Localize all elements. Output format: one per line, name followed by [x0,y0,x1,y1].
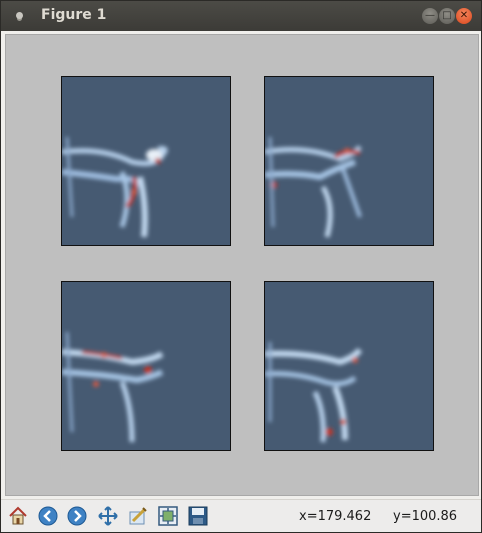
zoom-to-rect-icon [158,506,178,526]
close-button[interactable]: ✕ [456,8,472,24]
minimize-button[interactable]: — [422,8,438,24]
back-icon [38,506,58,526]
feature-map-bottom-right [265,342,363,443]
title-bar: Figure 1 — □ ✕ [1,1,481,31]
feature-map-top-left [62,136,168,238]
feature-map-bottom-left [62,331,164,443]
subplot-bottom-left[interactable] [61,281,231,451]
navigation-toolbar: x=179.462 y=100.86 [1,499,481,532]
minimize-icon: — [425,10,435,21]
maximize-button[interactable]: □ [439,8,455,24]
cursor-x-readout: x=179.462 [299,509,372,524]
figure-canvas[interactable] [5,34,479,496]
home-button[interactable] [5,503,31,529]
figure-window: Figure 1 — □ ✕ x=179.462 y=100.86 [0,0,482,533]
subplot-bottom-right[interactable] [264,281,434,451]
save-button[interactable] [185,503,211,529]
save-icon [188,506,208,526]
window-title: Figure 1 [41,7,107,23]
feature-map-top-right [265,136,362,238]
pan-icon [98,506,118,526]
pan-button[interactable] [95,503,121,529]
zoom-button[interactable] [155,503,181,529]
forward-button[interactable] [64,503,90,529]
configure-subplots-button[interactable] [125,503,151,529]
subplot-top-right[interactable] [264,76,434,246]
back-button[interactable] [35,503,61,529]
home-icon [9,506,27,525]
forward-icon [67,506,87,526]
cursor-y-readout: y=100.86 [393,509,458,524]
app-menu-icon[interactable] [16,12,23,19]
close-icon: ✕ [459,10,469,21]
configure-subplots-icon [129,507,147,525]
subplot-top-left[interactable] [61,76,231,246]
maximize-icon: □ [442,10,452,21]
